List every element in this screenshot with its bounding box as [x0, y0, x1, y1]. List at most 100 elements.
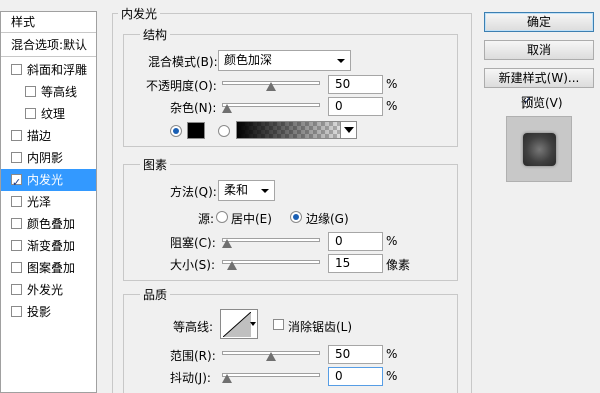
style-item-label: 内阴影 — [27, 151, 64, 165]
choke-slider-track[interactable] — [222, 238, 320, 242]
range-unit: % — [386, 347, 398, 361]
jitter-label: 抖动(J): — [170, 371, 211, 385]
styles-header[interactable]: 样式 — [1, 12, 96, 33]
contour-dropdown-icon[interactable] — [249, 310, 258, 340]
texture-checkbox[interactable] — [25, 108, 36, 119]
style-preview — [506, 116, 572, 182]
anti-alias-label: 消除锯齿(L) — [288, 320, 353, 334]
contour-curve-icon — [223, 312, 251, 337]
ok-button[interactable]: 确定 — [484, 12, 594, 32]
noise-slider-thumb[interactable] — [222, 104, 232, 113]
contour-label: 等高线: — [173, 320, 214, 334]
opacity-slider-thumb[interactable] — [266, 82, 276, 91]
preview-label: 预览(V) — [521, 96, 563, 110]
style-item-label: 光泽 — [27, 195, 52, 209]
style-item-color-overlay[interactable]: 颜色叠加 — [1, 213, 96, 235]
style-item-drop-shadow[interactable]: 投影 — [1, 301, 96, 323]
opacity-label: 不透明度(O): — [146, 79, 217, 93]
blend-mode-label: 混合模式(B): — [148, 55, 218, 69]
inner-glow-checkbox[interactable] — [11, 172, 22, 194]
style-item-gradient-overlay[interactable]: 渐变叠加 — [1, 235, 96, 257]
blend-mode-value: 颜色加深 — [224, 53, 273, 67]
range-input[interactable]: 50 — [328, 345, 383, 364]
gradient-dropdown-icon[interactable] — [340, 122, 356, 138]
style-item-label: 纹理 — [41, 107, 66, 121]
style-item-label: 斜面和浮雕 — [27, 63, 88, 77]
style-item-bevel-emboss[interactable]: 斜面和浮雕 — [1, 59, 96, 81]
chevron-down-icon — [337, 59, 345, 63]
style-item-label: 投影 — [27, 305, 52, 319]
noise-unit: % — [386, 99, 398, 113]
size-input[interactable]: 15 — [328, 254, 383, 273]
blend-options-item[interactable]: 混合选项:默认 — [1, 34, 96, 57]
style-item-texture[interactable]: 纹理 — [1, 103, 96, 125]
jitter-slider-track[interactable] — [222, 373, 320, 377]
inner-glow-title: 内发光 — [118, 5, 161, 22]
gradient-overlay-checkbox[interactable] — [11, 240, 22, 251]
style-preview-swatch — [523, 133, 556, 166]
blend-mode-select[interactable]: 颜色加深 — [218, 50, 351, 71]
choke-unit: % — [386, 234, 398, 248]
size-label: 大小(S): — [170, 258, 216, 272]
style-item-label: 外发光 — [27, 283, 64, 297]
anti-alias-checkbox[interactable] — [273, 319, 284, 330]
source-center-radio[interactable] — [216, 211, 228, 223]
cancel-button[interactable]: 取消 — [484, 40, 594, 60]
method-value: 柔和 — [224, 183, 249, 197]
satin-checkbox[interactable] — [11, 196, 22, 207]
style-item-pattern-overlay[interactable]: 图案叠加 — [1, 257, 96, 279]
contour-picker[interactable] — [220, 309, 258, 339]
method-label: 方法(Q): — [170, 185, 217, 199]
style-item-label: 颜色叠加 — [27, 217, 76, 231]
gradient-picker[interactable] — [236, 121, 357, 139]
noise-input[interactable]: 0 — [328, 97, 383, 116]
chevron-down-icon — [261, 189, 269, 193]
choke-label: 阻塞(C): — [170, 236, 216, 250]
method-select[interactable]: 柔和 — [218, 180, 275, 201]
range-label: 范围(R): — [170, 349, 216, 363]
noise-label: 杂色(N): — [170, 101, 217, 115]
style-item-outer-glow[interactable]: 外发光 — [1, 279, 96, 301]
noise-slider-track[interactable] — [222, 103, 320, 107]
outer-glow-checkbox[interactable] — [11, 284, 22, 295]
style-item-satin[interactable]: 光泽 — [1, 191, 96, 213]
range-slider-thumb[interactable] — [266, 352, 276, 361]
bevel-emboss-checkbox[interactable] — [11, 64, 22, 75]
style-item-inner-shadow[interactable]: 内阴影 — [1, 147, 96, 169]
structure-title: 结构 — [140, 26, 171, 43]
style-item-label: 等高线 — [41, 85, 78, 99]
inner-shadow-checkbox[interactable] — [11, 152, 22, 163]
choke-input[interactable]: 0 — [328, 232, 383, 251]
jitter-input[interactable]: 0 — [328, 367, 383, 386]
style-item-label: 图案叠加 — [27, 261, 76, 275]
opacity-input[interactable]: 50 — [328, 75, 383, 94]
styles-list: 样式 混合选项:默认 斜面和浮雕 等高线 纹理 描边 内阴影 内发光 光泽 颜色… — [0, 11, 97, 393]
jitter-slider-thumb[interactable] — [222, 374, 232, 383]
style-item-label: 渐变叠加 — [27, 239, 76, 253]
solid-color-radio[interactable] — [170, 125, 182, 137]
gradient-radio[interactable] — [218, 125, 230, 137]
size-unit: 像素 — [386, 258, 411, 272]
source-edge-radio[interactable] — [290, 211, 302, 223]
jitter-unit: % — [386, 369, 398, 383]
contour-checkbox[interactable] — [25, 86, 36, 97]
stroke-checkbox[interactable] — [11, 130, 22, 141]
style-item-inner-glow[interactable]: 内发光 — [1, 169, 96, 194]
drop-shadow-checkbox[interactable] — [11, 306, 22, 317]
style-item-label: 描边 — [27, 129, 52, 143]
style-item-contour[interactable]: 等高线 — [1, 81, 96, 103]
source-edge-label: 边缘(G) — [306, 212, 349, 226]
elements-title: 图素 — [140, 156, 171, 173]
new-style-button[interactable]: 新建样式(W)... — [484, 68, 594, 88]
source-center-label: 居中(E) — [231, 212, 272, 226]
style-item-label: 内发光 — [27, 173, 64, 187]
quality-title: 品质 — [140, 286, 171, 303]
choke-slider-thumb[interactable] — [222, 239, 232, 248]
opacity-unit: % — [386, 77, 398, 91]
style-item-stroke[interactable]: 描边 — [1, 125, 96, 147]
size-slider-thumb[interactable] — [227, 261, 238, 270]
source-label: 源: — [198, 212, 215, 226]
color-overlay-checkbox[interactable] — [11, 218, 22, 229]
pattern-overlay-checkbox[interactable] — [11, 262, 22, 273]
glow-color-swatch[interactable] — [187, 122, 205, 139]
